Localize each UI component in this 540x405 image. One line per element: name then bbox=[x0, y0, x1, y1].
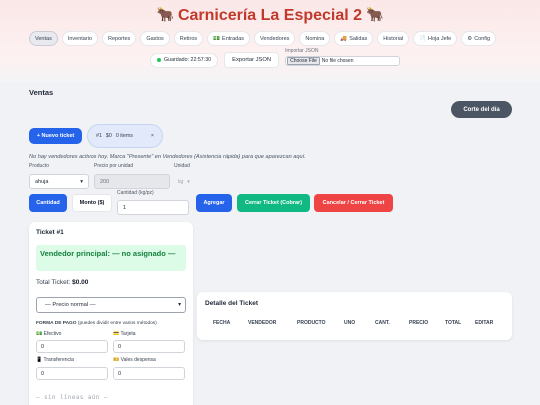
app-title: 🐂 Carnicería La Especial 2 🐂 bbox=[0, 6, 540, 25]
ticket-total-value: $0.00 bbox=[72, 279, 89, 286]
nav-historial[interactable]: Historial bbox=[377, 31, 410, 46]
chevron-down-icon: ▾ bbox=[187, 179, 190, 185]
transferencia-input[interactable]: 0 bbox=[36, 367, 108, 380]
efectivo-label: 💵 Efectivo bbox=[36, 331, 62, 337]
ticket-panel: Ticket #1 Vendedor principal: — no asign… bbox=[29, 222, 193, 405]
efectivo-input[interactable]: 0 bbox=[36, 340, 108, 353]
app-header: 🐂 Carnicería La Especial 2 🐂 Ventas Invent… bbox=[0, 0, 540, 82]
column-header: UNO bbox=[344, 320, 356, 326]
mode-cantidad-button[interactable]: Cantidad bbox=[29, 194, 67, 212]
page-title: Ventas bbox=[29, 88, 54, 97]
cow-icon: 🐂 bbox=[366, 6, 384, 22]
cantidad-label: Cantidad (kg/pz) bbox=[117, 190, 154, 196]
column-header: EDITAR bbox=[475, 320, 494, 326]
status-dot-icon bbox=[157, 58, 161, 62]
column-header: PRECIO bbox=[409, 320, 429, 326]
ticket-tab[interactable]: #1 $0 0 items × bbox=[87, 124, 163, 148]
nav-retiros[interactable]: Retiros bbox=[173, 31, 204, 46]
vales-label: 🎫 Vales despensa bbox=[113, 357, 156, 363]
truck-icon: 🚚 bbox=[340, 35, 348, 42]
document-icon: 📄 bbox=[419, 35, 426, 42]
nav-config[interactable]: ⚙ Config bbox=[461, 31, 497, 46]
close-icon[interactable]: × bbox=[151, 133, 154, 139]
ticket-detail-title: Detalle del Ticket bbox=[205, 300, 258, 307]
column-header: FECHA bbox=[213, 320, 231, 326]
money-icon: 💵 bbox=[213, 35, 221, 42]
nav-reportes[interactable]: Reportes bbox=[101, 31, 137, 46]
import-json: Importar JSON Choose File No file chosen bbox=[285, 47, 401, 66]
app-title-text: Carnicería La Especial 2 bbox=[177, 7, 363, 24]
agregar-button[interactable]: Agregar bbox=[196, 194, 232, 212]
ticket-detail-panel: Detalle del Ticket FECHA VENDEDOR PRODUC… bbox=[197, 292, 512, 340]
precio-input[interactable]: 200 bbox=[94, 174, 170, 189]
nav-inventario[interactable]: Inventario bbox=[61, 31, 98, 46]
ticket-tab-amount: $0 bbox=[105, 133, 112, 139]
column-header: CANT. bbox=[375, 320, 390, 326]
nav-gastos[interactable]: Gastos bbox=[140, 31, 170, 46]
empty-lines-message: — sin líneas aún — bbox=[36, 395, 108, 401]
gear-icon: ⚙ bbox=[467, 35, 473, 42]
cancelar-ticket-button[interactable]: Cancelar / Cerrar Ticket bbox=[314, 194, 393, 212]
mode-monto-button[interactable]: Monto ($) bbox=[72, 194, 112, 212]
producto-label: Producto bbox=[29, 163, 50, 169]
unidad-label: Unidad bbox=[174, 163, 190, 169]
column-header: PRODUCTO bbox=[297, 320, 326, 326]
vales-input[interactable]: 0 bbox=[113, 367, 185, 380]
nav-nomina[interactable]: Nomina bbox=[299, 31, 331, 46]
tarjeta-input[interactable]: 0 bbox=[113, 340, 185, 353]
precio-label: Precio por unidad bbox=[94, 163, 134, 169]
forma-de-pago: FORMA DE PAGO (puedes dividir entre vari… bbox=[36, 321, 157, 326]
ticket-total: Total Ticket: $0.00 bbox=[36, 279, 89, 286]
import-json-label: Importar JSON bbox=[285, 47, 319, 54]
chevron-down-icon: ▾ bbox=[178, 302, 181, 308]
nav-entradas[interactable]: 💵 Entradas bbox=[207, 31, 251, 46]
cow-icon: 🐂 bbox=[156, 6, 174, 22]
new-ticket-button[interactable]: + Nuevo ticket bbox=[29, 128, 82, 144]
column-header: VENDEDOR bbox=[248, 320, 277, 326]
cerrar-ticket-button[interactable]: Cerrar Ticket (Cobrar) bbox=[237, 194, 310, 212]
vendedor-principal: Vendedor principal: — no asignado — bbox=[36, 245, 186, 271]
ticket-title: Ticket #1 bbox=[36, 229, 64, 236]
tarjeta-label: 💳 Tarjeta bbox=[113, 331, 136, 337]
nav-ventas[interactable]: Ventas bbox=[29, 31, 58, 46]
cantidad-input[interactable]: 1 bbox=[117, 200, 189, 215]
producto-select[interactable]: ahuja ▾ bbox=[29, 174, 89, 189]
nav-vendedores[interactable]: Vendedores bbox=[254, 31, 296, 46]
precio-tier-select[interactable]: — Precio normal — ▾ bbox=[36, 297, 186, 313]
file-input[interactable]: Choose File No file chosen bbox=[285, 55, 401, 66]
saved-badge: Guardado: 22:57:30 bbox=[150, 52, 219, 68]
status-row: Guardado: 22:57:30 Exportar JSON Importa… bbox=[150, 48, 401, 68]
nav-salidas[interactable]: 🚚 Salidas bbox=[334, 31, 374, 46]
ticket-tab-name: #1 bbox=[96, 133, 102, 139]
ticket-tab-items: 0 items bbox=[115, 133, 133, 139]
export-json-button[interactable]: Exportar JSON bbox=[224, 52, 280, 68]
no-vendors-warning: No hay vendedores activos hoy. Marca "Pr… bbox=[29, 154, 306, 160]
chevron-down-icon: ▾ bbox=[80, 178, 83, 185]
unidad-select[interactable]: kg ▾ bbox=[174, 175, 198, 189]
file-status: No file chosen bbox=[321, 57, 354, 64]
choose-file-button[interactable]: Choose File bbox=[287, 56, 320, 65]
nav-hoja-jefe[interactable]: 📄 Hoja Jefe bbox=[413, 31, 458, 46]
corte-del-dia-button[interactable]: Corte del día bbox=[451, 101, 512, 118]
main-nav: Ventas Inventario Reportes Gastos Retiro… bbox=[29, 31, 513, 46]
column-header: TOTAL bbox=[445, 320, 462, 326]
transferencia-label: 📱 Transferencia bbox=[36, 357, 74, 363]
